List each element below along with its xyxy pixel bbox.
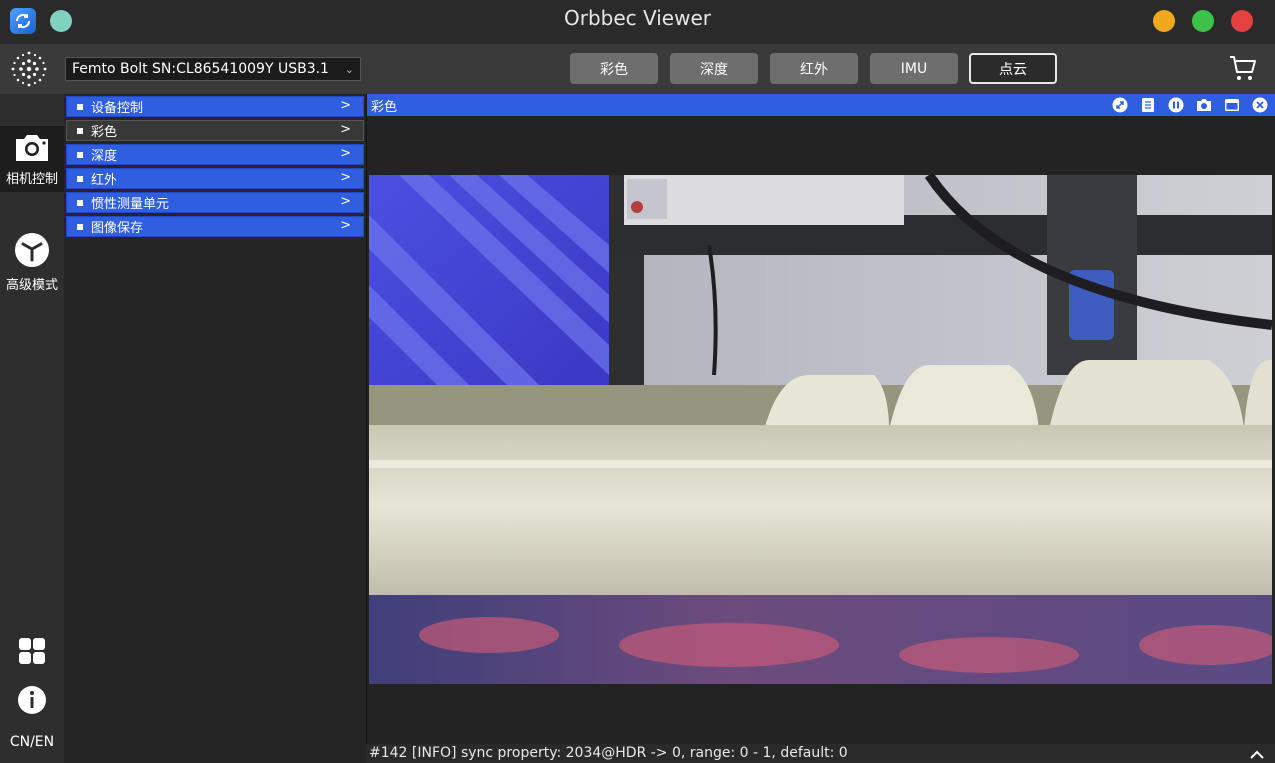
bullet-icon — [77, 199, 83, 206]
bullet-icon — [77, 103, 83, 110]
window-title: Orbbec Viewer — [563, 6, 711, 30]
chevron-right-icon: > — [340, 170, 351, 185]
chevron-down-icon: ⌄ — [344, 62, 354, 76]
chevron-right-icon: > — [340, 122, 351, 137]
cube-icon — [12, 230, 52, 270]
menu-item-color[interactable]: 彩色 > — [66, 120, 364, 141]
chevron-right-icon: > — [340, 98, 351, 113]
control-menu: 设备控制 > 彩色 > 深度 > 红外 > 惯性测量单元 > 图像保存 > — [64, 94, 366, 763]
camera-icon — [12, 126, 52, 166]
tab-point-cloud[interactable]: 点云 — [969, 53, 1057, 84]
language-toggle[interactable]: CN/EN — [0, 734, 64, 756]
menu-item-image-save[interactable]: 图像保存 > — [66, 216, 364, 237]
menu-item-label: 深度 — [91, 149, 118, 164]
info-icon[interactable] — [0, 684, 64, 720]
expand-icon[interactable] — [1112, 97, 1128, 113]
window-icon[interactable] — [1224, 97, 1240, 113]
cart-icon[interactable] — [1227, 52, 1259, 84]
rail-camera-control[interactable]: 相机控制 — [0, 126, 64, 192]
camera-icon[interactable] — [1196, 97, 1212, 113]
device-select[interactable]: Femto Bolt SN:CL86541009Y USB3.1 ⌄ — [65, 57, 361, 81]
chevron-right-icon: > — [340, 194, 351, 209]
tab-color[interactable]: 彩色 — [570, 53, 658, 84]
stream-viewer: 彩色 — [366, 94, 1275, 744]
bullet-icon — [77, 223, 83, 230]
bullet-icon — [77, 127, 83, 134]
close-icon[interactable] — [1252, 97, 1268, 113]
log-message: #142 [INFO] sync property: 2034@HDR -> 0… — [369, 745, 848, 761]
tab-imu[interactable]: IMU — [870, 53, 958, 84]
close-window-button[interactable] — [1231, 10, 1253, 32]
menu-item-label: 红外 — [91, 173, 118, 188]
bullet-icon — [77, 175, 83, 182]
bullet-icon — [77, 151, 83, 158]
menu-item-label: 惯性测量单元 — [91, 197, 170, 212]
side-rail: 相机控制 高级模式 CN/EN — [0, 94, 64, 763]
tab-infrared[interactable]: 红外 — [770, 53, 858, 84]
menu-item-label: 设备控制 — [91, 101, 144, 116]
chevron-up-icon[interactable] — [1249, 746, 1265, 760]
device-select-value: Femto Bolt SN:CL86541009Y USB3.1 — [72, 61, 329, 77]
title-bar: Orbbec Viewer — [0, 0, 1275, 44]
menu-item-infrared[interactable]: 红外 > — [66, 168, 364, 189]
camera-feed-image — [369, 175, 1272, 684]
menu-item-depth[interactable]: 深度 > — [66, 144, 364, 165]
orbbec-viewer-window: Orbbec Viewer Femto Bolt SN:CL86541009Y … — [0, 0, 1275, 763]
chevron-right-icon: > — [340, 146, 351, 161]
info-icon[interactable] — [1140, 97, 1156, 113]
pause-icon[interactable] — [1168, 97, 1184, 113]
viewer-header: 彩色 — [367, 94, 1275, 116]
menu-item-imu[interactable]: 惯性测量单元 > — [66, 192, 364, 213]
chevron-right-icon: > — [340, 218, 351, 233]
toolbar: Femto Bolt SN:CL86541009Y USB3.1 ⌄ 彩色 深度… — [0, 44, 1275, 94]
viewer-title: 彩色 — [371, 100, 398, 115]
menu-item-label: 彩色 — [91, 125, 118, 140]
maximize-button[interactable] — [1192, 10, 1214, 32]
orbbec-logo-icon — [5, 48, 53, 90]
rail-advanced-label: 高级模式 — [5, 278, 58, 293]
rail-camera-label: 相机控制 — [5, 172, 58, 187]
tab-depth[interactable]: 深度 — [670, 53, 758, 84]
minimize-button[interactable] — [1153, 10, 1175, 32]
menu-item-label: 图像保存 — [91, 221, 144, 236]
rail-advanced-mode[interactable]: 高级模式 — [0, 230, 64, 296]
menu-item-device-control[interactable]: 设备控制 > — [66, 96, 364, 117]
log-bar: #142 [INFO] sync property: 2034@HDR -> 0… — [366, 744, 1275, 763]
grid-icon[interactable] — [0, 636, 64, 672]
